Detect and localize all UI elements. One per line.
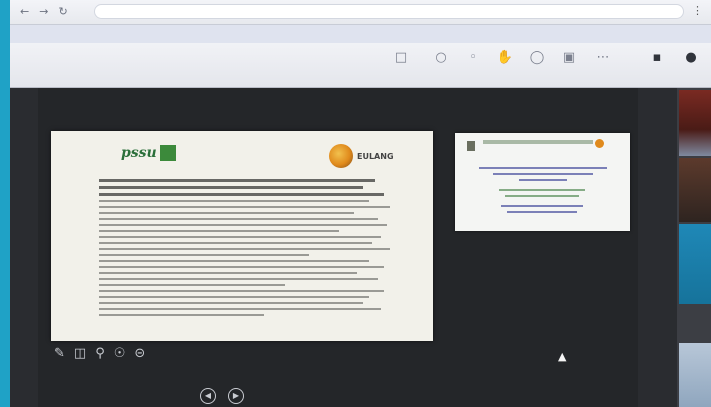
presentation-button[interactable]: □ — [384, 50, 418, 66]
leave-button[interactable]: ● — [674, 50, 708, 66]
text-line — [99, 212, 354, 214]
search-icon[interactable]: ⚲ — [95, 346, 105, 362]
share-button[interactable]: ◯ — [520, 50, 554, 66]
previous-slide-icon[interactable]: ◀ — [200, 388, 216, 404]
record-button[interactable]: ▣ — [552, 50, 586, 66]
author-line — [507, 211, 577, 213]
back-icon[interactable]: ← — [20, 5, 29, 19]
text-line — [99, 302, 363, 304]
layout-icon[interactable]: ◫ — [74, 346, 86, 362]
header-band — [483, 140, 593, 144]
video-button[interactable]: ▪ — [640, 50, 674, 66]
forward-icon[interactable]: → — [39, 5, 48, 19]
slide-logo-right: EULANG — [329, 143, 394, 169]
text-line — [99, 290, 384, 292]
chat-icon: ○ — [435, 50, 447, 65]
url-field[interactable] — [94, 4, 684, 19]
mouse-cursor-icon: ▲ — [558, 350, 567, 363]
slide-logo-left: pssu — [121, 145, 191, 167]
side-logo-right — [595, 139, 606, 148]
person-icon: ● — [685, 50, 697, 65]
text-line — [99, 254, 309, 256]
text-line — [99, 230, 339, 232]
text-line — [99, 193, 384, 196]
text-line — [99, 242, 372, 244]
subtitle-line — [499, 189, 585, 191]
slide-pager: ◀ ▶ — [200, 388, 244, 404]
text-line — [99, 260, 369, 262]
text-line — [99, 248, 390, 250]
text-line — [99, 218, 378, 220]
text-line — [99, 206, 390, 208]
video-strip — [677, 88, 711, 407]
minus-icon[interactable]: ⊝ — [134, 346, 145, 362]
screen: ← → ↻ ⋮ □ ○ ◦ ✋ ◯ ▣ ⋯ ▪ ● pssu EULANG ✎ … — [10, 0, 711, 407]
participant-video[interactable] — [679, 90, 711, 156]
text-line — [99, 266, 384, 268]
text-line — [99, 272, 357, 274]
slide-logo-left-text: pssu — [121, 145, 157, 161]
text-line — [99, 308, 381, 310]
participant-video[interactable] — [679, 158, 711, 222]
main-slide: pssu EULANG — [51, 131, 433, 341]
chat-button[interactable]: ○ — [424, 50, 458, 66]
browser-bar: ← → ↻ ⋮ — [10, 0, 711, 25]
slide-tools: ✎ ◫ ⚲ ☉ ⊝ — [54, 346, 145, 362]
title-line — [493, 173, 593, 175]
camera-button[interactable]: ◦ — [456, 50, 490, 66]
share-icon: ◯ — [529, 50, 545, 65]
text-line — [99, 179, 375, 182]
subtitle-line — [505, 195, 579, 197]
pen-icon[interactable]: ✎ — [54, 346, 65, 362]
text-line — [99, 278, 378, 280]
text-line — [99, 296, 369, 298]
hand-button[interactable]: ✋ — [488, 50, 522, 66]
sun-logo-icon — [595, 139, 604, 148]
title-line — [519, 179, 567, 181]
app-toolbar: □ ○ ◦ ✋ ◯ ▣ ⋯ ▪ ● — [10, 43, 711, 88]
text-line — [99, 314, 264, 316]
text-line — [99, 284, 285, 286]
browser-nav: ← → ↻ — [20, 5, 68, 19]
author-line — [501, 205, 583, 207]
pointer-icon[interactable]: ☉ — [114, 346, 126, 362]
participant-video[interactable] — [679, 343, 711, 407]
crest-logo-icon — [467, 141, 475, 151]
slide-body-text — [99, 179, 399, 329]
more-icon[interactable]: ⋮ — [692, 4, 703, 17]
text-line — [99, 236, 381, 238]
title-line — [479, 167, 607, 169]
more-button[interactable]: ⋯ — [586, 50, 620, 66]
slide-logo-right-text: EULANG — [357, 151, 394, 161]
presentation-stage: pssu EULANG ✎ ◫ ⚲ ☉ ⊝ ◀ ▶ ▲ — [38, 88, 638, 407]
sun-logo-icon — [329, 144, 353, 168]
text-line — [99, 224, 387, 226]
reload-icon[interactable]: ↻ — [58, 5, 67, 19]
video-icon: ▪ — [652, 50, 662, 65]
participant-video[interactable] — [679, 224, 711, 304]
logo-square-icon — [159, 145, 176, 161]
hand-icon: ✋ — [496, 50, 514, 65]
side-slide-preview[interactable] — [455, 133, 630, 231]
presentation-icon: □ — [394, 50, 408, 65]
record-icon: ▣ — [562, 50, 576, 65]
more-horizontal-icon: ⋯ — [596, 50, 610, 65]
text-line — [99, 186, 363, 189]
notice-bar — [10, 25, 711, 43]
camera-icon: ◦ — [469, 50, 477, 65]
text-line — [99, 200, 369, 202]
next-slide-icon[interactable]: ▶ — [228, 388, 244, 404]
